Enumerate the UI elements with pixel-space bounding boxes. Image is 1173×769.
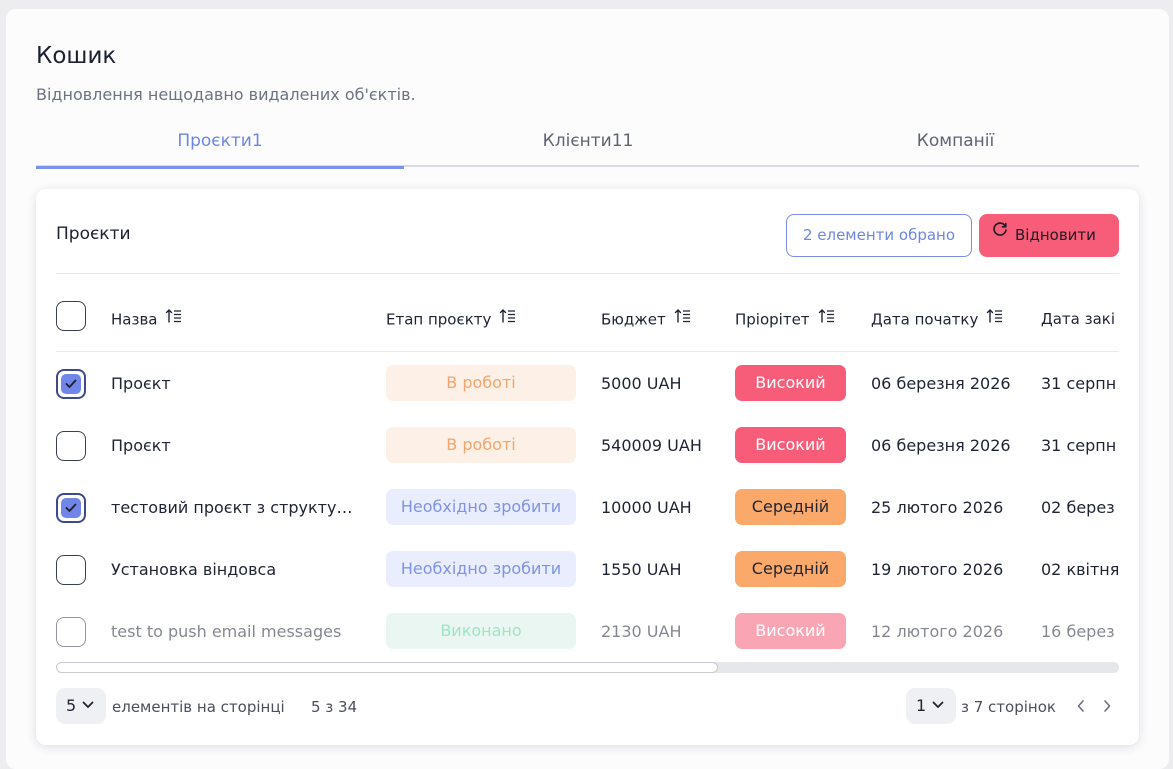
end-date: 16 берез xyxy=(1041,622,1115,641)
column-header-priority-label: Пріорітет xyxy=(735,310,810,329)
refresh-icon xyxy=(991,212,1009,255)
priority-badge: Високий xyxy=(735,365,846,401)
page-select[interactable]: 1 xyxy=(906,688,956,724)
start-date: 19 лютого 2026 xyxy=(871,560,1004,579)
restore-button[interactable]: Відновити xyxy=(979,214,1119,257)
column-header-name: Назва xyxy=(111,308,183,330)
card-title: Проєкти xyxy=(56,224,131,244)
column-header-end-date: Дата закі xyxy=(1041,310,1116,328)
stage-badge: В роботі xyxy=(386,365,576,401)
priority-badge: Високий xyxy=(735,427,846,463)
per-page-value: 5 xyxy=(66,696,77,715)
row-checkbox[interactable] xyxy=(56,493,86,523)
sort-icon[interactable] xyxy=(674,308,692,328)
end-date: 02 квітня xyxy=(1041,560,1119,579)
tab-bar: Проєкти1 Клієнти11 Компанії xyxy=(36,131,1139,169)
page-subtitle: Відновлення нещодавно видалених об'єктів… xyxy=(36,85,416,104)
project-name[interactable]: test to push email messages xyxy=(111,622,361,641)
tab-projects[interactable]: Проєкти1 xyxy=(36,131,404,169)
tab-projects-label: Проєкти1 xyxy=(177,131,263,151)
project-name[interactable]: Проєкт xyxy=(111,374,361,393)
end-date: 31 серпн xyxy=(1041,436,1117,455)
row-checkbox[interactable] xyxy=(56,369,86,399)
chevron-left-icon[interactable] xyxy=(1076,698,1086,717)
table-row[interactable]: Проєкт В роботі 540009 UAH Високий 06 бе… xyxy=(56,415,1119,477)
stage-badge: В роботі xyxy=(386,427,576,463)
budget: 5000 UAH xyxy=(601,374,682,393)
page-value: 1 xyxy=(916,696,927,715)
stage-badge: Виконано xyxy=(386,613,576,649)
project-name[interactable]: Проєкт xyxy=(111,436,361,455)
row-checkbox[interactable] xyxy=(56,431,86,461)
column-header-budget: Бюджет xyxy=(601,308,692,330)
budget: 1550 UAH xyxy=(601,560,682,579)
per-page-label: елементів на сторінці xyxy=(112,698,285,716)
budget: 2130 UAH xyxy=(601,622,682,641)
row-checkbox[interactable] xyxy=(56,617,86,647)
pages-text: з 7 сторінок xyxy=(961,698,1056,716)
column-header-name-label: Назва xyxy=(111,310,158,329)
start-date: 06 березня 2026 xyxy=(871,374,1011,393)
table-row[interactable]: тестовий проєкт з структур... Необхідно … xyxy=(56,477,1119,539)
column-header-budget-label: Бюджет xyxy=(601,310,666,329)
column-header-stage: Етап проєкту xyxy=(386,308,517,330)
chevron-right-icon[interactable] xyxy=(1102,698,1112,717)
start-date: 25 лютого 2026 xyxy=(871,498,1004,517)
sort-icon[interactable] xyxy=(818,308,836,328)
tab-companies[interactable]: Компанії xyxy=(772,131,1139,167)
start-date: 06 березня 2026 xyxy=(871,436,1011,455)
sort-icon[interactable] xyxy=(986,308,1004,328)
projects-table: Назва Етап проєкту Бюджет Пріорітет Дата… xyxy=(36,274,1119,664)
column-header-start-label: Дата початку xyxy=(871,310,979,329)
tab-clients-label: Клієнти11 xyxy=(542,131,634,151)
projects-card: Проєкти 2 елементи обрано Відновити Назв… xyxy=(36,189,1139,745)
sort-icon[interactable] xyxy=(499,308,517,328)
table-row[interactable]: Проєкт В роботі 5000 UAH Високий 06 бере… xyxy=(56,353,1119,415)
horizontal-scrollbar[interactable] xyxy=(56,662,1119,673)
column-header-priority: Пріорітет xyxy=(735,308,836,330)
table-row[interactable]: Установка віндовса Необхідно зробити 155… xyxy=(56,539,1119,601)
check-icon xyxy=(65,379,77,388)
chevron-down-icon xyxy=(932,701,944,708)
priority-badge: Високий xyxy=(735,613,846,649)
tab-companies-label: Компанії xyxy=(916,131,995,151)
budget: 540009 UAH xyxy=(601,436,702,455)
end-date: 31 серпн xyxy=(1041,374,1117,393)
chevron-down-icon xyxy=(82,701,94,708)
sort-icon[interactable] xyxy=(165,308,183,328)
column-header-stage-label: Етап проєкту xyxy=(386,310,492,329)
project-name[interactable]: Установка віндовса xyxy=(111,560,361,579)
budget: 10000 UAH xyxy=(601,498,692,517)
select-all-checkbox[interactable] xyxy=(56,301,86,331)
table-row[interactable]: test to push email messages Виконано 213… xyxy=(56,601,1119,663)
check-icon xyxy=(65,503,77,512)
end-date: 02 берез xyxy=(1041,498,1115,517)
priority-badge: Середній xyxy=(735,551,846,587)
row-checkbox[interactable] xyxy=(56,555,86,585)
start-date: 12 лютого 2026 xyxy=(871,622,1004,641)
range-text: 5 з 34 xyxy=(311,698,358,716)
selected-count-button[interactable]: 2 елементи обрано xyxy=(786,214,972,257)
tab-clients[interactable]: Клієнти11 xyxy=(404,131,772,167)
project-name[interactable]: тестовий проєкт з структур... xyxy=(111,498,361,517)
stage-badge: Необхідно зробити xyxy=(386,489,576,525)
table-header-row: Назва Етап проєкту Бюджет Пріорітет Дата… xyxy=(56,274,1119,352)
column-header-start-date: Дата початку xyxy=(871,308,1004,330)
page-title: Кошик xyxy=(36,43,117,69)
pagination-footer: 5 елементів на сторінці 5 з 34 1 з 7 сто… xyxy=(56,686,1119,726)
priority-badge: Середній xyxy=(735,489,846,525)
trash-page: Кошик Відновлення нещодавно видалених об… xyxy=(6,9,1169,769)
scrollbar-thumb[interactable] xyxy=(56,662,718,673)
stage-badge: Необхідно зробити xyxy=(386,551,576,587)
restore-button-label: Відновити xyxy=(1015,226,1096,244)
per-page-select[interactable]: 5 xyxy=(56,688,106,724)
